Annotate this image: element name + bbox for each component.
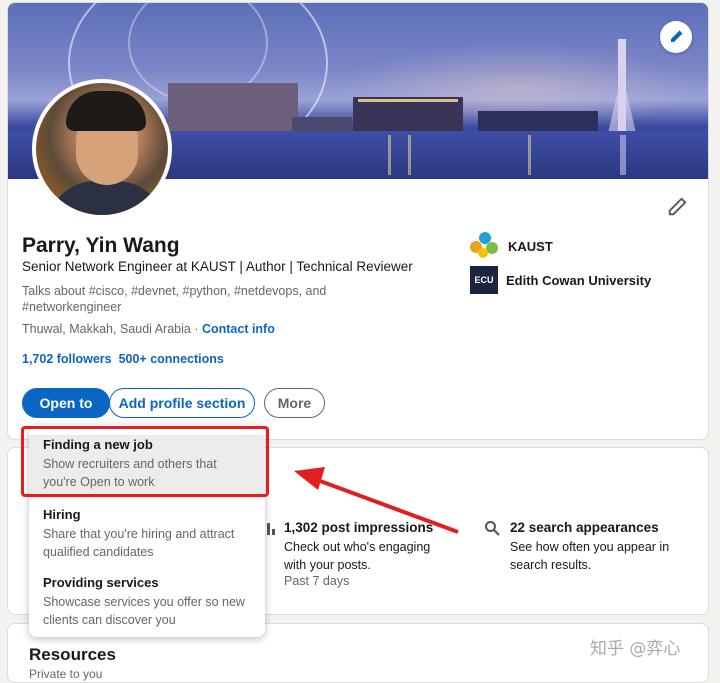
search-icon [485,521,500,536]
resources-subtitle: Private to you [29,667,103,681]
add-profile-section-button[interactable]: Add profile section [109,388,255,418]
profile-location-row: Thuwal, Makkah, Saudi Arabia · Contact i… [22,322,275,336]
search-appearances-title: 22 search appearances [510,520,659,535]
kaust-logo-icon [470,232,500,260]
post-impressions-desc: Check out who's engaging with your posts… [284,540,431,572]
search-appearances-desc: See how often you appear in search resul… [510,540,670,572]
watermark: 知乎 @弈心 [590,639,681,659]
profile-photo[interactable] [32,79,172,219]
annotation-highlight-box [21,426,269,497]
post-impressions-period: Past 7 days [284,574,350,588]
profile-talks-about: Talks about #cisco, #devnet, #python, #n… [22,284,327,314]
search-appearances-stat[interactable]: 22 search appearances See how often you … [510,520,700,574]
profile-card [7,2,709,440]
profile-headline: Senior Network Engineer at KAUST | Autho… [22,259,413,274]
profile-name: Parry, Yin Wang [22,234,180,257]
network-stats: 1,702 followers 500+ connections [22,352,224,366]
dropdown-item-hiring[interactable]: Hiring Share that you're hiring and attr… [29,507,265,561]
connections-link[interactable]: 500+ connections [119,352,224,366]
dropdown-item-title: Hiring [43,507,81,522]
dropdown-item-desc: Showcase services you offer so new clien… [43,595,245,627]
edit-intro-pencil-icon[interactable] [666,196,688,218]
more-button[interactable]: More [264,388,325,418]
location-separator: · [190,322,202,336]
profile-location: Thuwal, Makkah, Saudi Arabia [22,322,191,336]
ecu-logo-icon: ECU [470,266,498,294]
dropdown-item-title: Providing services [43,575,159,590]
org-kaust-name: KAUST [508,238,553,254]
resources-title: Resources [29,645,116,664]
dropdown-item-providing-services[interactable]: Providing services Showcase services you… [29,575,265,629]
post-impressions-stat[interactable]: 1,302 post impressions Check out who's e… [284,520,454,588]
edit-banner-button[interactable] [660,21,692,53]
org-ecu[interactable]: ECU Edith Cowan University [470,266,651,294]
contact-info-link[interactable]: Contact info [202,322,275,336]
followers-link[interactable]: 1,702 followers [22,352,112,366]
org-kaust[interactable]: KAUST [470,232,553,260]
open-to-button[interactable]: Open to [22,388,110,418]
post-impressions-title: 1,302 post impressions [284,520,434,535]
org-ecu-name: Edith Cowan University [506,272,652,288]
dropdown-item-desc: Share that you're hiring and attract qua… [43,527,235,559]
pencil-icon [671,30,683,42]
